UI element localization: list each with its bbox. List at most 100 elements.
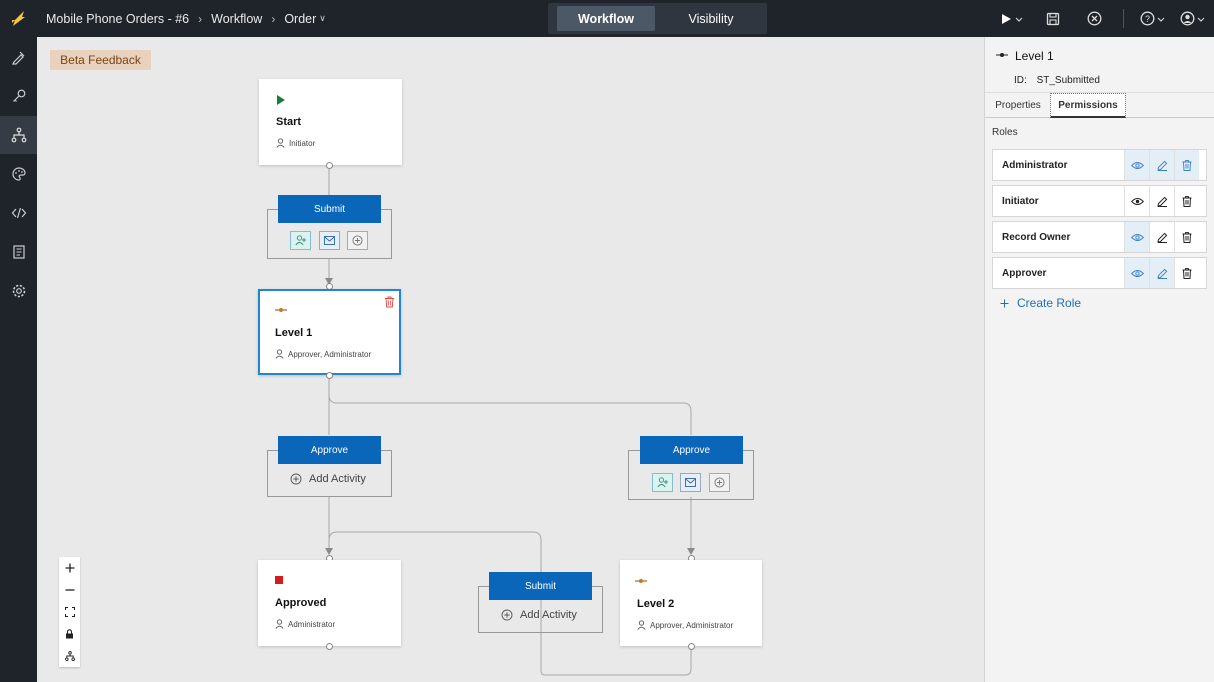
chevron-right-icon: › <box>271 11 276 26</box>
add-activity-button[interactable] <box>347 231 368 250</box>
workflow-canvas[interactable]: Beta Feedback Start Initiator Submit Lev… <box>37 37 984 682</box>
panel-title: Level 1 <box>1015 49 1054 63</box>
zoom-out-button[interactable] <box>59 579 80 601</box>
workflow-icon <box>11 127 26 143</box>
properties-panel: Level 1 ID: ST_Submitted Properties Perm… <box>984 37 1214 682</box>
save-button[interactable] <box>1046 0 1060 37</box>
panel-tabs: Properties Permissions <box>985 93 1214 118</box>
rail-settings[interactable] <box>0 272 37 310</box>
node-level1[interactable]: Level 1 Approver, Administrator <box>258 289 401 375</box>
node-roles: Initiator <box>276 138 315 148</box>
rail-workflow[interactable] <box>0 116 37 154</box>
lock-button[interactable] <box>59 623 80 645</box>
delete-icon[interactable] <box>384 296 395 308</box>
help-icon: ? <box>1140 11 1155 26</box>
port-out[interactable] <box>326 162 333 169</box>
breadcrumb-app[interactable]: Mobile Phone Orders - #6 <box>46 12 189 26</box>
plus-circle-icon <box>714 477 725 488</box>
add-activity-button[interactable] <box>709 473 730 492</box>
fit-view-button[interactable] <box>59 601 80 623</box>
plus-circle-icon <box>501 609 513 621</box>
user-icon <box>275 619 284 629</box>
create-role-button[interactable]: Create Role <box>1000 296 1081 310</box>
port-out[interactable] <box>688 643 695 650</box>
app-logo-icon[interactable] <box>9 9 27 27</box>
view-permission-button[interactable] <box>1124 258 1149 288</box>
plus-icon <box>1000 299 1009 307</box>
view-permission-button[interactable] <box>1124 222 1149 252</box>
chevron-down-icon <box>1197 17 1205 22</box>
breadcrumb-workflow[interactable]: Workflow <box>211 12 262 26</box>
tab-permissions[interactable]: Permissions <box>1050 93 1126 118</box>
trash-icon <box>1182 159 1192 171</box>
pencil-icon <box>1156 160 1167 171</box>
delete-permission-button[interactable] <box>1174 222 1199 252</box>
node-roles-text: Initiator <box>289 138 316 148</box>
add-activity-link[interactable]: Add Activity <box>290 473 366 485</box>
delete-permission-button[interactable] <box>1174 150 1199 180</box>
breadcrumb-order[interactable]: Order <box>284 12 316 26</box>
approve-action-button[interactable]: Approve <box>278 436 381 464</box>
assign-user-button[interactable] <box>290 231 311 250</box>
user-menu[interactable] <box>1180 0 1205 37</box>
zoom-in-button[interactable] <box>59 557 80 579</box>
toolbar-divider <box>1123 9 1124 28</box>
close-circle-icon <box>1087 11 1102 26</box>
add-activity-label: Add Activity <box>520 609 577 621</box>
play-icon <box>277 95 285 105</box>
code-icon <box>11 207 26 219</box>
node-roles: Administrator <box>275 619 335 629</box>
trash-icon <box>1182 267 1192 279</box>
play-icon <box>1002 13 1011 24</box>
submit-action-button[interactable]: Submit <box>489 572 592 600</box>
run-button[interactable] <box>1000 0 1023 37</box>
report-icon <box>12 245 25 259</box>
add-user-icon <box>656 477 668 488</box>
add-user-icon <box>294 235 306 246</box>
tab-visibility[interactable]: Visibility <box>662 6 760 31</box>
rail-design[interactable] <box>0 38 37 76</box>
auto-layout-button[interactable] <box>59 645 80 667</box>
role-name: Approver <box>1002 267 1047 279</box>
delete-permission-button[interactable] <box>1174 186 1199 216</box>
role-row: Record Owner <box>992 221 1207 253</box>
tab-properties[interactable]: Properties <box>990 93 1046 118</box>
assign-user-button[interactable] <box>652 473 673 492</box>
close-button[interactable] <box>1087 0 1102 37</box>
eye-icon <box>1130 197 1144 205</box>
rail-reports[interactable] <box>0 233 37 271</box>
port-out[interactable] <box>326 643 333 650</box>
node-approved[interactable]: Approved Administrator <box>258 560 401 646</box>
edit-permission-button[interactable] <box>1149 222 1174 252</box>
add-activity-link[interactable]: Add Activity <box>501 609 577 621</box>
rail-security[interactable] <box>0 77 37 115</box>
email-button[interactable] <box>319 231 340 250</box>
port-out[interactable] <box>326 372 333 379</box>
email-button[interactable] <box>680 473 701 492</box>
rail-theme[interactable] <box>0 155 37 193</box>
tab-workflow[interactable]: Workflow <box>557 6 655 31</box>
key-icon <box>12 89 25 102</box>
view-permission-button[interactable] <box>1124 150 1149 180</box>
panel-header: Level 1 ID: ST_Submitted <box>985 37 1214 93</box>
node-start[interactable]: Start Initiator <box>259 79 402 165</box>
node-level2[interactable]: Level 2 Approver, Administrator <box>620 560 762 646</box>
chevron-right-icon: › <box>198 11 203 26</box>
submit-action-button[interactable]: Submit <box>278 195 381 223</box>
approve-action-button[interactable]: Approve <box>640 436 743 464</box>
plus-icon <box>65 563 74 573</box>
role-name: Initiator <box>1002 195 1039 207</box>
node-title: Level 1 <box>275 327 313 339</box>
pencil-icon <box>1156 232 1167 243</box>
edit-permission-button[interactable] <box>1149 186 1174 216</box>
rail-code[interactable] <box>0 194 37 232</box>
create-role-label: Create Role <box>1017 296 1082 310</box>
fullscreen-icon <box>64 607 75 617</box>
view-permission-button[interactable] <box>1124 186 1149 216</box>
edit-permission-button[interactable] <box>1149 150 1174 180</box>
chevron-down-icon[interactable]: ∨ <box>319 13 326 24</box>
delete-permission-button[interactable] <box>1174 258 1199 288</box>
help-menu[interactable]: ? <box>1140 0 1165 37</box>
add-activity-label: Add Activity <box>309 473 366 485</box>
edit-permission-button[interactable] <box>1149 258 1174 288</box>
